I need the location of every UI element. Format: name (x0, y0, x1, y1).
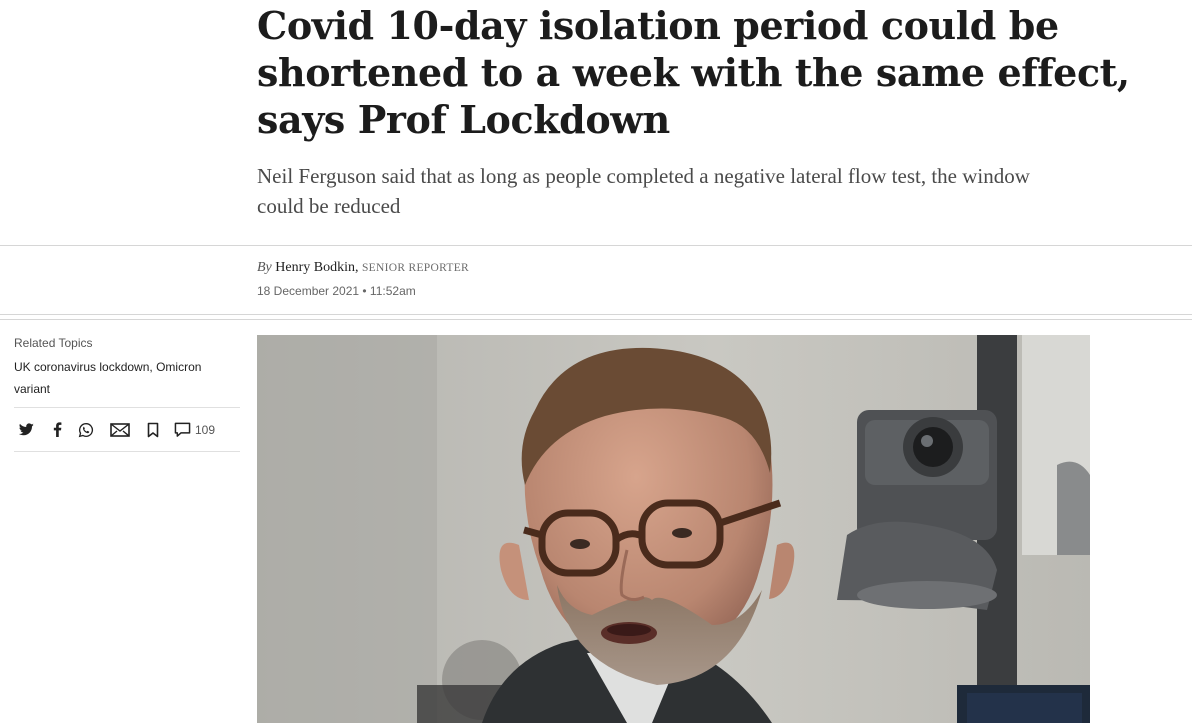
author-link[interactable]: Henry Bodkin, (275, 260, 358, 275)
author-role: SENIOR REPORTER (361, 262, 469, 274)
comment-icon[interactable] (174, 420, 191, 440)
related-topics-list: UK coronavirus lockdown, Omicron variant (14, 360, 202, 396)
hero-image (257, 335, 1090, 723)
byline: By Henry Bodkin, SENIOR REPORTER (257, 260, 469, 276)
facebook-icon[interactable] (53, 420, 62, 440)
divider (0, 319, 1192, 320)
article-standfirst: Neil Ferguson said that as long as peopl… (257, 164, 1030, 218)
twitter-icon[interactable] (19, 420, 34, 440)
portrait-man-with-glasses (257, 335, 1090, 723)
whatsapp-icon[interactable] (78, 420, 94, 440)
bookmark-icon[interactable] (147, 420, 159, 440)
related-topics-label: Related Topics (14, 336, 93, 350)
divider (0, 314, 1192, 315)
divider (0, 245, 1192, 246)
email-icon[interactable] (110, 420, 130, 440)
comment-count[interactable]: 109 (195, 423, 215, 437)
share-bar: 109 (14, 407, 240, 452)
byline-prefix: By (257, 260, 272, 275)
related-topic-link[interactable]: UK coronavirus lockdown (14, 360, 149, 374)
article-headline: Covid 10-day isolation period could be s… (257, 3, 1130, 142)
publish-date: 18 December 2021 • 11:52am (257, 284, 416, 298)
